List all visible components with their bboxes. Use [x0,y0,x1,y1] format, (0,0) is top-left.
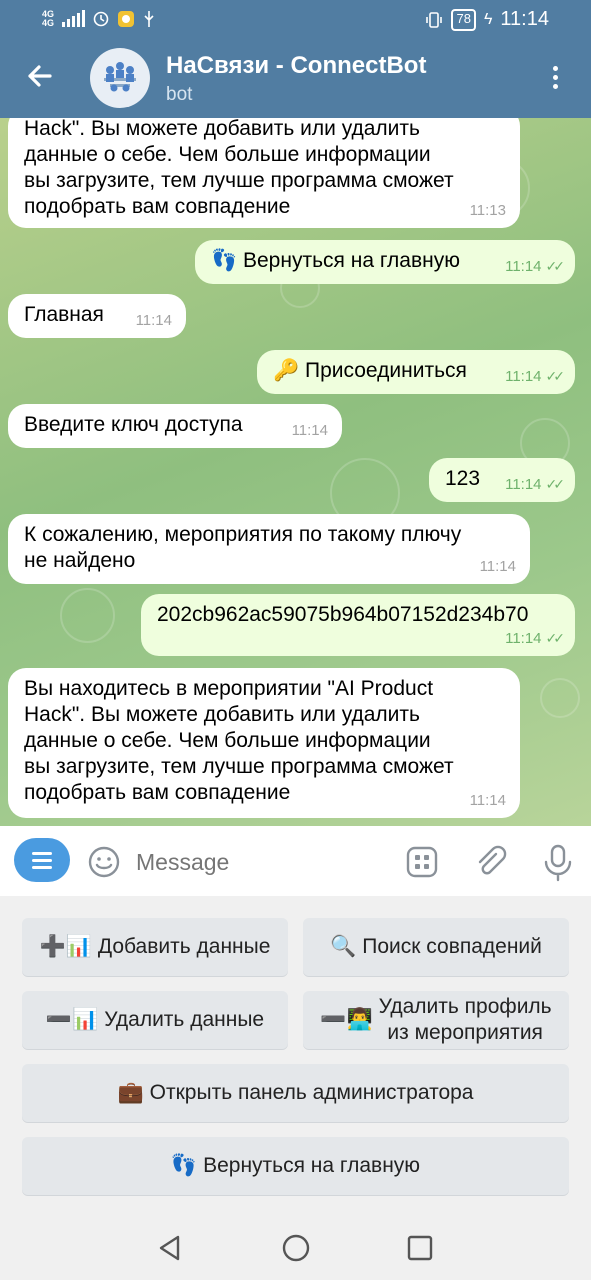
outgoing-message[interactable]: 👣 Вернуться на главную 11:14 ✓✓ [195,240,575,284]
message-time: 11:14 [505,476,542,493]
keyboard-icon[interactable] [404,844,440,880]
button-label: Удалить профиль из мероприятия [378,995,552,1044]
search-icon: 🔍 [330,935,357,958]
remove-chart-icon: ➖📊 [45,1008,99,1031]
message-text: подобрать вам совпадение [24,195,291,218]
button-label: Удалить данные [104,1008,265,1031]
message-time: 11:14 [291,422,328,439]
message-text: Hack". Вы можете добавить или удалить [24,703,420,726]
button-label: Поиск совпадений [362,935,542,958]
message-text: не найдено [24,549,136,572]
button-label: Вернуться на главную [203,1154,421,1177]
add-chart-icon: ➕📊 [39,935,92,958]
delete-profile-button[interactable]: ➖👨‍💻 Удалить профиль из мероприятия [303,991,569,1049]
message-text: Вы находитесь в мероприятии "AI Product [24,677,434,700]
network-indicator: 4G 4G [42,9,55,28]
message-text: вы загрузите, тем лучше программа сможет [24,755,454,778]
incoming-message[interactable]: Вы находитесь в мероприятии "AI Product … [8,668,520,818]
footprints-icon: 👣 [170,1154,198,1177]
nav-recents-icon[interactable] [404,1232,436,1264]
bot-menu-button[interactable] [14,838,70,882]
bot-avatar[interactable] [90,48,150,108]
smile-icon[interactable] [86,844,122,880]
message-time: 11:14 [505,258,542,275]
outgoing-message[interactable]: 🔑 Присоединиться 11:14 ✓✓ [257,350,575,394]
incoming-message[interactable]: Главная 11:14 [8,294,186,338]
charging-icon: ϟ [483,10,493,28]
message-text: Hack". Вы можете добавить или удалить [24,118,420,140]
double-check-icon: ✓✓ [545,258,566,274]
key-icon: 🔑 [273,359,300,382]
message-time: 11:14 [479,558,516,575]
system-nav-bar [0,1216,591,1280]
nav-home-icon[interactable] [280,1232,312,1264]
microphone-icon[interactable] [540,842,576,882]
search-matches-button[interactable]: 🔍 Поиск совпадений [303,918,569,976]
remove-user-icon: ➖👨‍💻 [320,1008,373,1031]
clock: 11:14 [500,8,549,30]
usb-icon [144,11,154,27]
chat-history[interactable]: Hack". Вы можете добавить или удалить да… [0,118,591,826]
message-text: Присоединиться [305,359,467,382]
message-time: 11:14 [135,312,172,329]
more-vertical-icon[interactable] [543,62,567,94]
chat-subtitle: bot [166,84,193,105]
bot-keyboard: ➕📊 Добавить данные 🔍 Поиск совпадений ➖📊… [0,896,591,1216]
briefcase-icon: 💼 [117,1081,144,1104]
paperclip-icon[interactable] [472,844,508,880]
message-text: Главная [24,303,104,326]
app-notification-icon [118,11,135,27]
delete-data-button[interactable]: ➖📊 Удалить данные [22,991,288,1049]
incoming-message[interactable]: Введите ключ доступа 11:14 [8,404,342,448]
double-check-icon: ✓✓ [545,476,566,492]
message-text: К сожалению, мероприятия по такому плючу [24,523,462,546]
outgoing-message[interactable]: 202cb962ac59075b964b07152d234b70 11:14 ✓✓ [141,594,575,656]
top-bar: 4G 4G 78 ϟ 11:14 НаСвязи - ConnectBot bo… [0,0,591,118]
message-text: данные о себе. Чем больше информации [24,143,431,166]
message-text: 123 [445,467,481,490]
footprints-icon: 👣 [211,249,238,272]
message-text: подобрать вам совпадение [24,781,291,804]
incoming-message[interactable]: К сожалению, мероприятия по такому плючу… [8,514,530,584]
nav-back-icon[interactable] [154,1232,186,1264]
message-time: 11:14 [505,368,542,385]
signal-icon [62,10,86,27]
arrow-left-icon[interactable] [22,58,58,94]
message-text: вы загрузите, тем лучше программа сможет [24,169,454,192]
message-text: данные о себе. Чем больше информации [24,729,431,752]
message-input[interactable] [136,844,386,880]
add-data-button[interactable]: ➕📊 Добавить данные [22,918,288,976]
double-check-icon: ✓✓ [545,368,566,384]
message-time: 11:14 [469,792,506,809]
status-bar: 4G 4G 78 ϟ 11:14 [0,0,591,40]
message-text: Введите ключ доступа [24,413,243,436]
chat-title[interactable]: НаСвязи - ConnectBot [166,52,426,80]
button-label: Открыть панель администратора [149,1081,474,1104]
message-time: 11:14 [505,630,542,647]
message-time: 11:13 [469,202,506,219]
alarm-icon [93,11,109,27]
button-label: Добавить данные [97,935,271,958]
admin-panel-button[interactable]: 💼 Открыть панель администратора [22,1064,569,1122]
message-text: 202cb962ac59075b964b07152d234b70 [157,603,529,626]
vibrate-icon [426,11,443,28]
incoming-message[interactable]: Hack". Вы можете добавить или удалить да… [8,118,520,228]
battery-indicator: 78 [451,8,476,31]
chat-header: НаСвязи - ConnectBot bot [0,40,591,118]
back-main-button[interactable]: 👣 Вернуться на главную [22,1137,569,1195]
message-text: Вернуться на главную [243,249,460,272]
double-check-icon: ✓✓ [545,630,566,646]
outgoing-message[interactable]: 123 11:14 ✓✓ [429,458,575,502]
message-input-bar [0,826,591,896]
